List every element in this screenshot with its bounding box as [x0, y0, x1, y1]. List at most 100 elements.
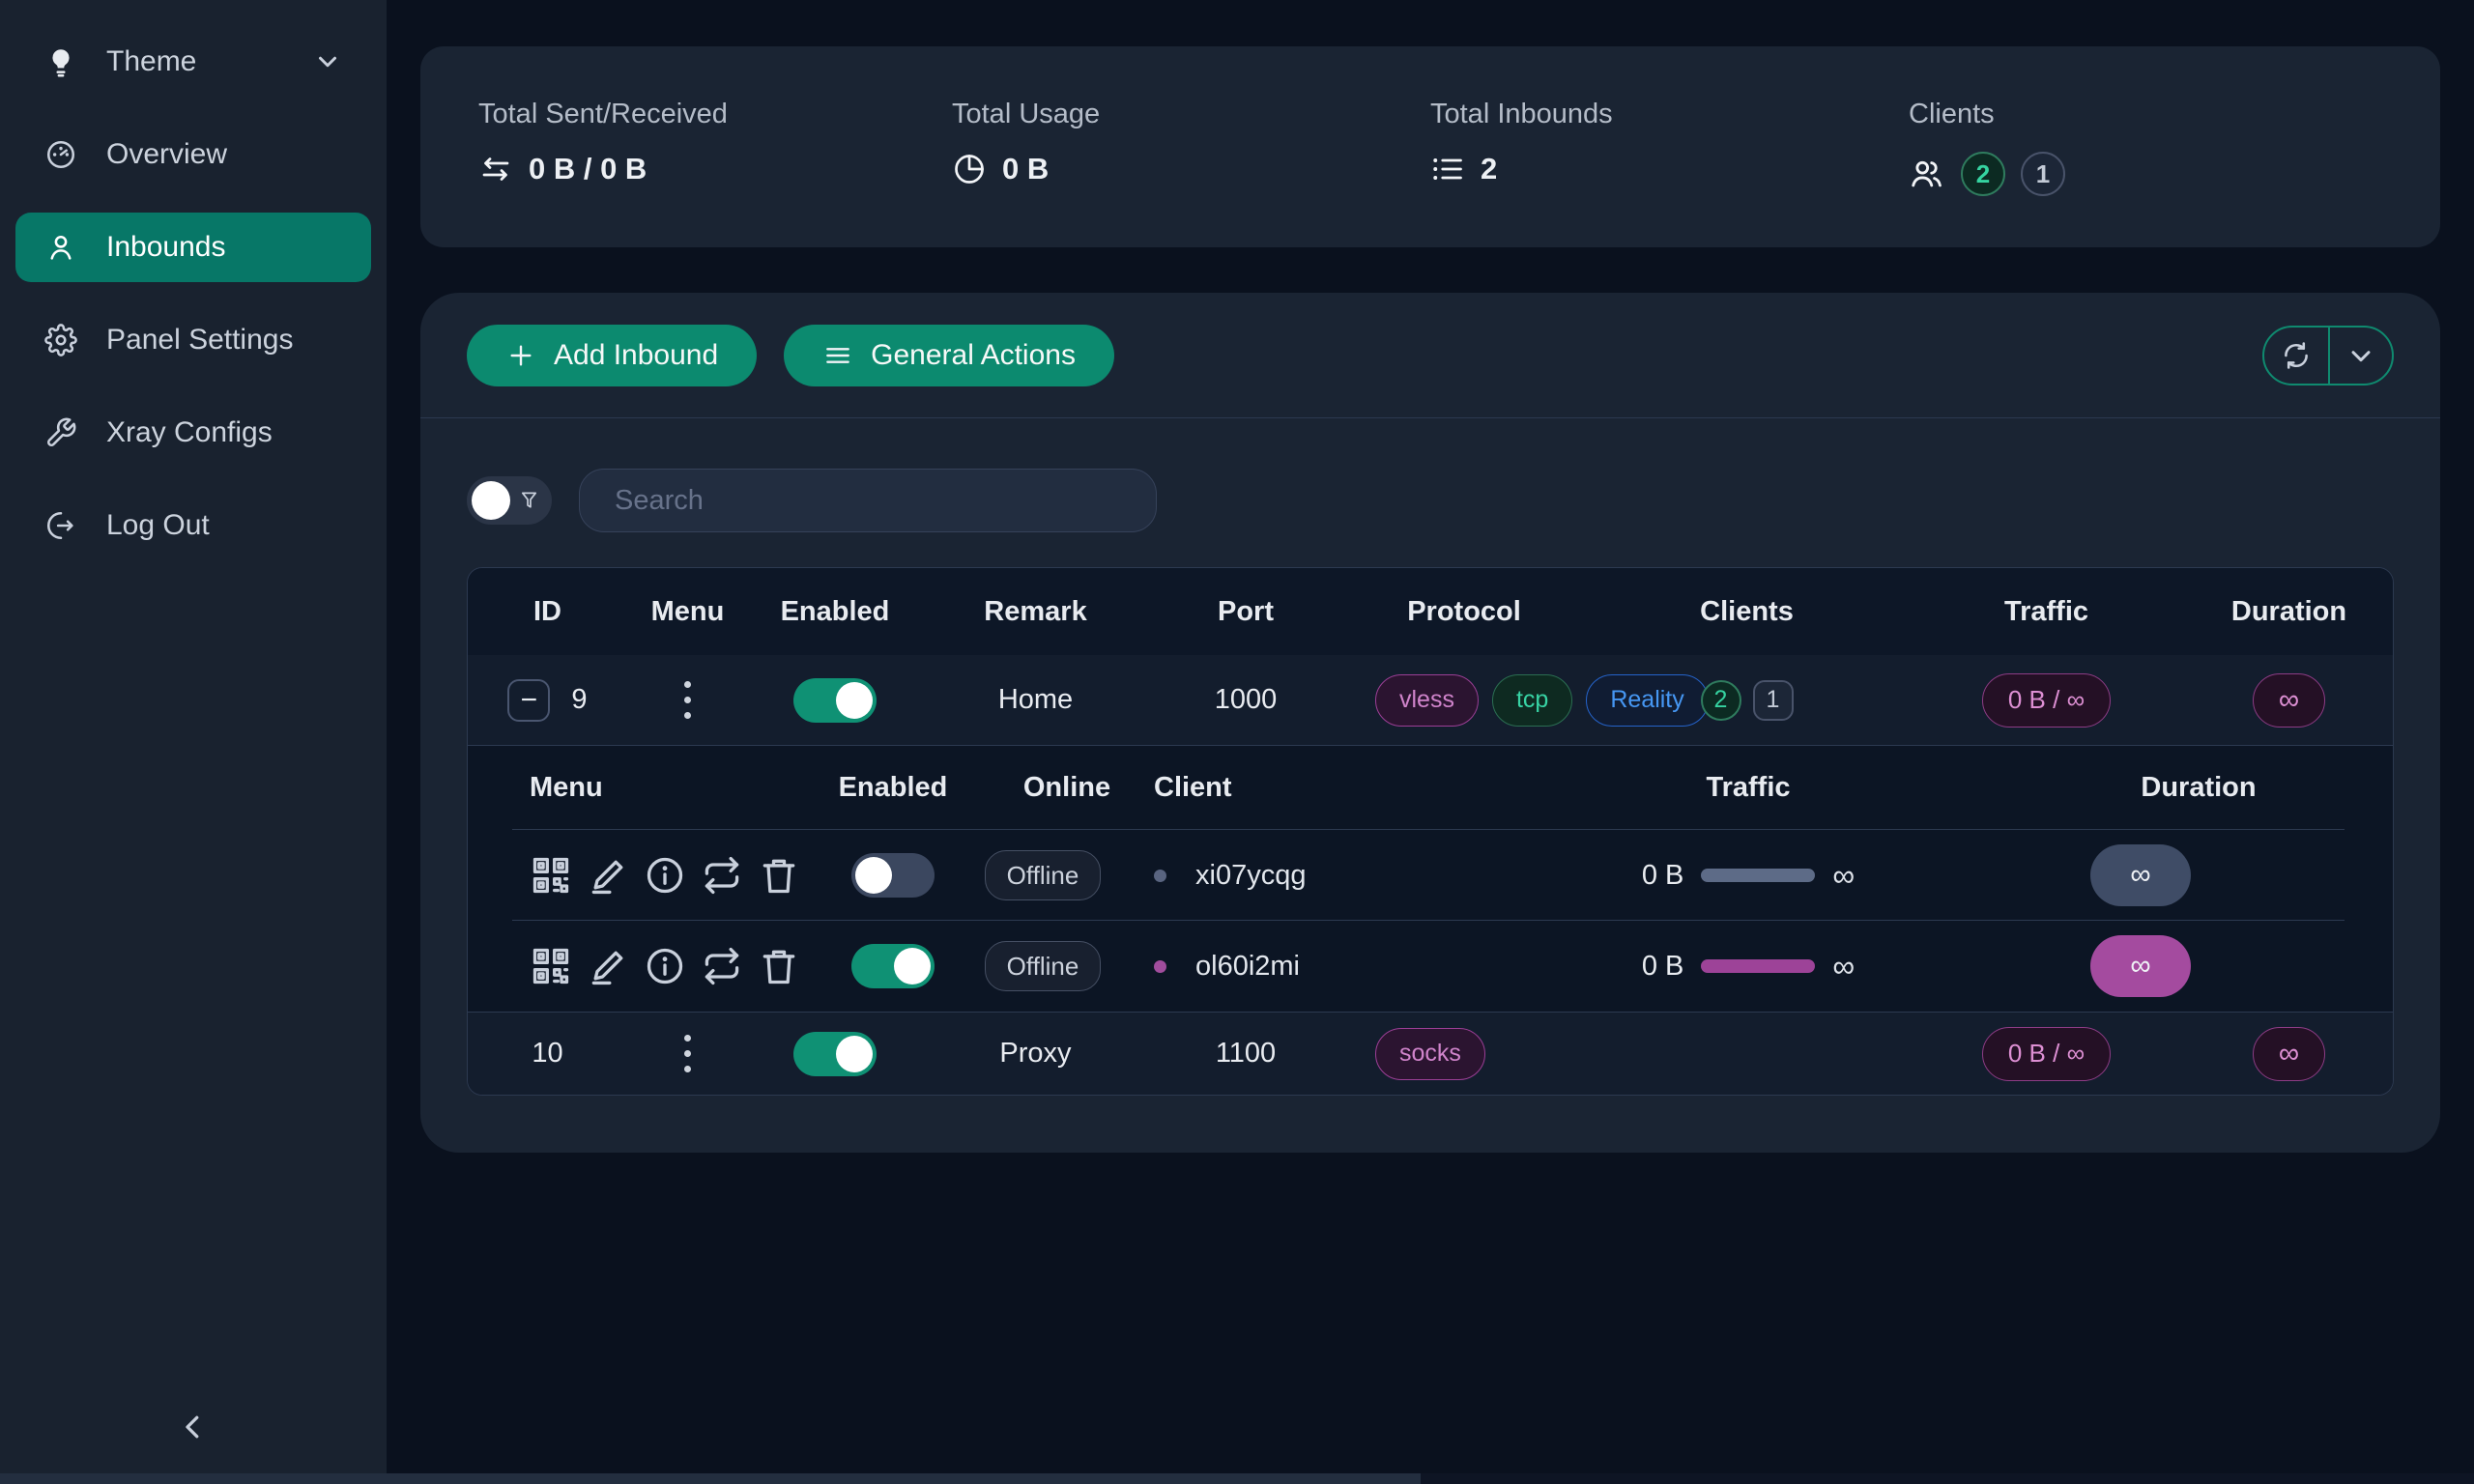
refresh-button[interactable] — [2264, 328, 2328, 384]
add-inbound-button[interactable]: Add Inbound — [467, 325, 757, 386]
col-header-id: ID — [468, 596, 627, 628]
add-inbound-label: Add Inbound — [554, 339, 718, 372]
traffic-badge: 0 B / ∞ — [1982, 673, 2111, 728]
delete-client-button[interactable] — [758, 945, 800, 987]
sidebar-item-inbounds[interactable]: Inbounds — [15, 213, 371, 282]
menu-lines-icon — [822, 340, 853, 371]
pencil-icon — [587, 945, 629, 987]
stats-card: Total Sent/Received 0 B / 0 B Total Usag… — [420, 46, 2440, 247]
qr-code-icon — [530, 854, 572, 897]
stat-label: Clients — [1909, 99, 2065, 130]
filter-toggle[interactable] — [467, 476, 552, 525]
stat-total-inbounds: Total Inbounds 2 — [1430, 99, 1613, 186]
sidebar-item-panel-settings[interactable]: Panel Settings — [15, 305, 371, 375]
row-menu-button[interactable] — [676, 1027, 699, 1080]
duration-badge: ∞ — [2253, 1027, 2325, 1081]
online-status-badge: Offline — [985, 941, 1102, 991]
col-header-enabled: Enabled — [748, 596, 922, 628]
inbound-id: 9 — [571, 684, 587, 716]
reset-traffic-button[interactable] — [701, 945, 743, 987]
edit-client-button[interactable] — [587, 945, 629, 987]
pie-chart-icon — [952, 152, 987, 186]
client-info-button[interactable] — [644, 945, 686, 987]
sidebar-item-overview[interactable]: Overview — [15, 120, 371, 189]
stat-value: 0 B / 0 B — [529, 152, 647, 186]
stat-total-usage: Total Usage 0 B — [952, 99, 1100, 186]
inbound-enabled-toggle[interactable] — [793, 678, 877, 723]
users-icon — [1909, 156, 1945, 192]
toggle-knob — [472, 481, 510, 520]
client-enabled-toggle[interactable] — [851, 944, 935, 988]
client-info-button[interactable] — [644, 854, 686, 897]
sidebar-collapse-button[interactable] — [155, 1393, 232, 1461]
clients-deactivated-badge: 1 — [2021, 152, 2065, 196]
expanded-clients-section: Menu Enabled Online Client Traffic Durat… — [468, 745, 2393, 1013]
refresh-icon — [2280, 339, 2313, 372]
chevron-left-icon — [176, 1410, 211, 1444]
qr-code-button[interactable] — [530, 854, 572, 897]
stat-label: Total Usage — [952, 99, 1100, 130]
duration-badge: ∞ — [2090, 844, 2191, 906]
sidebar-item-label: Overview — [106, 138, 227, 171]
traffic-used: 0 B — [1642, 951, 1684, 983]
col-header-duration: Duration — [2185, 596, 2393, 628]
logout-icon — [44, 509, 77, 542]
reset-traffic-button[interactable] — [701, 854, 743, 897]
duration-badge: ∞ — [2090, 935, 2191, 997]
client-name: xi07ycqg — [1195, 860, 1306, 892]
online-status-badge: Offline — [985, 850, 1102, 900]
edit-client-button[interactable] — [587, 854, 629, 897]
row-menu-button[interactable] — [676, 673, 699, 727]
sidebar-item-label: Panel Settings — [106, 324, 293, 357]
client-status-dot — [1154, 960, 1166, 973]
traffic-limit: ∞ — [1832, 858, 1855, 894]
sub-col-header-enabled: Enabled — [796, 772, 990, 804]
duration-badge: ∞ — [2253, 673, 2325, 728]
funnel-icon — [518, 487, 540, 514]
trash-icon — [758, 854, 800, 897]
inbounds-panel: Add Inbound General Actions — [420, 293, 2440, 1153]
sidebar-item-label: Log Out — [106, 509, 210, 542]
traffic-used: 0 B — [1642, 860, 1684, 892]
protocol-tag-vless: vless — [1375, 674, 1479, 727]
general-actions-button[interactable]: General Actions — [784, 325, 1114, 386]
repeat-icon — [701, 854, 743, 897]
person-icon — [44, 231, 77, 264]
col-header-menu: Menu — [627, 596, 748, 628]
stat-clients: Clients 2 1 — [1909, 99, 2065, 196]
client-enabled-toggle[interactable] — [851, 853, 935, 898]
client-name: ol60i2mi — [1195, 951, 1300, 983]
trash-icon — [758, 945, 800, 987]
clients-online-count: 2 — [1701, 680, 1741, 721]
sidebar-item-xray-configs[interactable]: Xray Configs — [15, 398, 371, 468]
sidebar-item-label: Xray Configs — [106, 416, 273, 449]
sidebar-item-label: Theme — [106, 45, 196, 78]
sidebar: Theme Overview Inbounds Panel Settings X… — [0, 0, 387, 1484]
qr-code-icon — [530, 945, 572, 987]
search-row — [420, 418, 2440, 532]
inbound-enabled-toggle[interactable] — [793, 1032, 877, 1076]
pencil-icon — [587, 854, 629, 897]
chevron-down-icon — [313, 47, 342, 76]
table-row-inbound-9: − 9 Home 1000 vless tcp Reality 2 1 — [468, 655, 2393, 745]
qr-code-button[interactable] — [530, 945, 572, 987]
refresh-interval-dropdown[interactable] — [2328, 328, 2392, 384]
traffic-badge: 0 B / ∞ — [1982, 1027, 2111, 1081]
scrollbar-thumb[interactable] — [0, 1473, 1421, 1484]
gear-icon — [44, 324, 77, 357]
sidebar-item-logout[interactable]: Log Out — [15, 491, 371, 560]
search-input[interactable] — [579, 469, 1157, 532]
inbound-id: 10 — [532, 1038, 562, 1070]
lightbulb-icon — [44, 45, 77, 78]
inbound-remark: Proxy — [922, 1038, 1149, 1070]
gauge-icon — [44, 138, 77, 171]
delete-client-button[interactable] — [758, 854, 800, 897]
collapse-row-button[interactable]: − — [507, 679, 550, 722]
sub-col-header-online: Online — [990, 772, 1144, 804]
stat-total-sent-received: Total Sent/Received 0 B / 0 B — [478, 99, 728, 186]
sub-col-header-client: Client — [1144, 772, 1492, 804]
col-header-protocol: Protocol — [1342, 596, 1586, 628]
horizontal-scrollbar[interactable] — [0, 1473, 2474, 1484]
sidebar-item-theme[interactable]: Theme — [15, 27, 371, 97]
inbound-port: 1000 — [1149, 684, 1342, 716]
